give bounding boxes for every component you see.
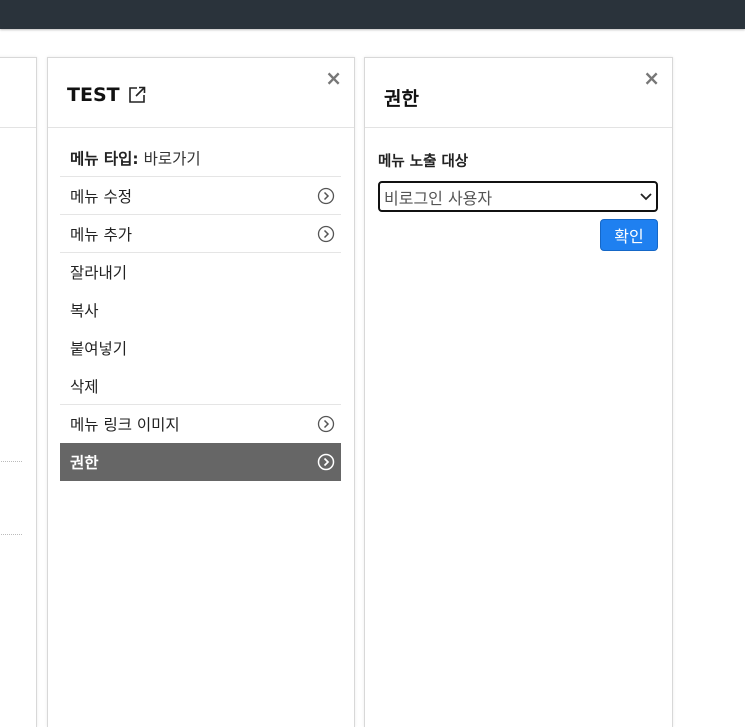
panel-header-divider [0, 127, 36, 128]
menu-item-label: 잘라내기 [70, 264, 128, 282]
chevron-right-circle-icon [317, 415, 335, 433]
exposure-target-label: 메뉴 노출 대상 [378, 154, 469, 170]
menu-item-label: 메뉴 추가 [70, 225, 132, 244]
menu-item-add[interactable]: 메뉴 추가 [60, 215, 341, 253]
exposure-target-select[interactable]: 비로그인 사용자 [378, 181, 658, 212]
close-icon[interactable]: × [643, 68, 660, 88]
chevron-down-icon [640, 190, 652, 204]
menu-type-value: 바로가기 [143, 149, 201, 168]
chevron-right-circle-icon [317, 453, 335, 471]
menu-item-label: 메뉴 링크 이미지 [70, 416, 180, 434]
menu-title-text: TEST [67, 84, 120, 106]
left-panel [0, 57, 37, 727]
menu-item-link-image[interactable]: 메뉴 링크 이미지 [60, 405, 341, 443]
menu-item-label: 붙여넣기 [70, 340, 128, 358]
menu-item-label: 권한 [70, 454, 99, 472]
menu-panel: TEST × 메뉴 타입: 바로가기 메뉴 수정 메뉴 추가 잘라내기 복사 붙… [47, 57, 355, 727]
chevron-right-circle-icon [317, 225, 335, 243]
menu-item-edit[interactable]: 메뉴 수정 [60, 177, 341, 215]
menu-item-permission[interactable]: 권한 [60, 443, 341, 481]
menu-type-row: 메뉴 타입: 바로가기 [60, 139, 341, 177]
permission-panel-title: 권한 [384, 88, 419, 110]
menu-item-cut[interactable]: 잘라내기 [60, 253, 341, 291]
permission-panel-header: 권한 × [365, 58, 672, 128]
menu-item-copy[interactable]: 복사 [60, 291, 341, 329]
permission-form: 메뉴 노출 대상 비로그인 사용자 확인 [378, 150, 658, 251]
external-link-icon[interactable] [128, 86, 146, 104]
menu-panel-title: TEST [67, 84, 146, 106]
menu-item-label: 복사 [70, 302, 99, 320]
menu-panel-header: TEST × [48, 58, 354, 128]
close-icon[interactable]: × [325, 68, 342, 88]
menu-item-delete[interactable]: 삭제 [60, 367, 341, 405]
menu-type-label: 메뉴 타입: [70, 149, 139, 168]
top-bar [0, 0, 745, 29]
permission-panel: 권한 × 메뉴 노출 대상 비로그인 사용자 확인 [364, 57, 673, 727]
menu-action-list: 메뉴 타입: 바로가기 메뉴 수정 메뉴 추가 잘라내기 복사 붙여넣기 삭제 [60, 139, 341, 481]
dotted-divider [0, 461, 22, 462]
menu-item-label: 삭제 [70, 377, 99, 396]
dotted-divider [0, 534, 22, 535]
chevron-right-circle-icon [317, 187, 335, 205]
selected-option: 비로그인 사용자 [384, 188, 493, 208]
confirm-button[interactable]: 확인 [600, 219, 658, 251]
menu-item-paste[interactable]: 붙여넣기 [60, 329, 341, 367]
menu-item-label: 메뉴 수정 [70, 187, 132, 206]
